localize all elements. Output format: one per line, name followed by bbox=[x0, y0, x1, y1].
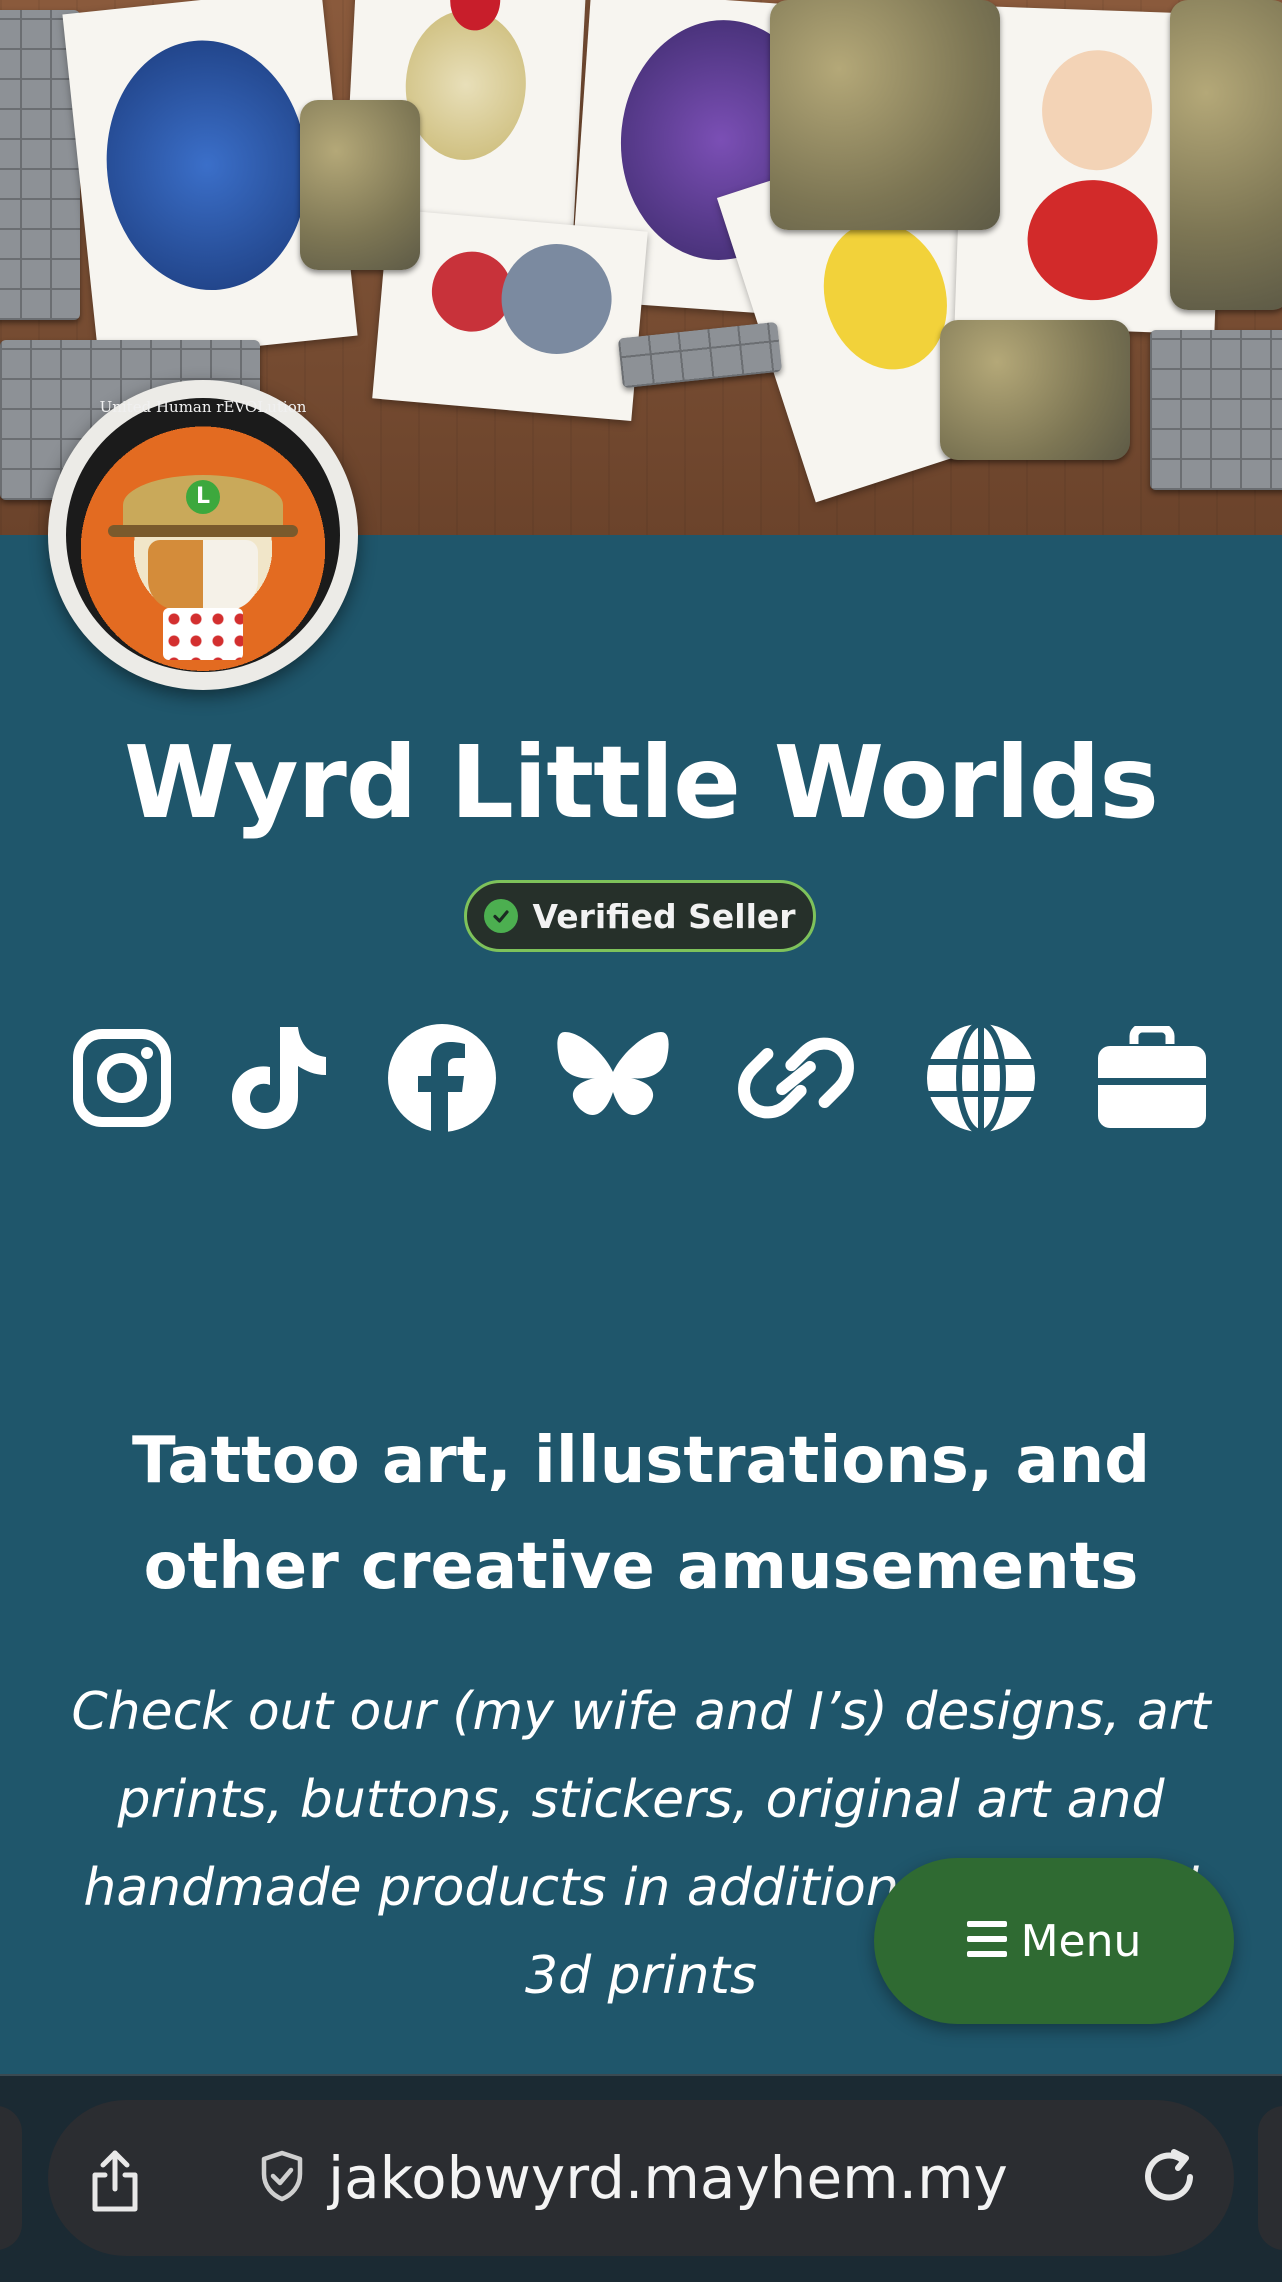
tiktok-icon[interactable] bbox=[218, 1018, 338, 1138]
terrain-rock-2 bbox=[770, 0, 1000, 230]
shield-check-icon bbox=[260, 2150, 304, 2206]
url-text: jakobwyrd.mayhem.my bbox=[328, 2144, 1008, 2212]
reload-icon[interactable] bbox=[1134, 2142, 1204, 2212]
avatar-ring-text: United Human rEVOLution bbox=[99, 398, 307, 416]
avatar-shirt bbox=[163, 608, 243, 660]
avatar-face-left bbox=[148, 540, 203, 610]
terrain-tile-bottom-right bbox=[1150, 330, 1282, 490]
bluesky-icon[interactable] bbox=[553, 1018, 673, 1138]
terrain-rock-1 bbox=[300, 100, 420, 270]
hamburger-icon bbox=[966, 1921, 1007, 1961]
social-links bbox=[0, 1018, 1282, 1138]
share-icon[interactable] bbox=[80, 2146, 150, 2216]
avatar: United Human rEVOLution L bbox=[48, 380, 358, 690]
instagram-icon[interactable] bbox=[62, 1018, 182, 1138]
menu-button[interactable]: Menu bbox=[874, 1858, 1234, 2024]
headline: Tattoo art, illustrations, and other cre… bbox=[131, 1424, 1151, 1604]
avatar-face-right bbox=[203, 540, 258, 610]
terrain-rock-4 bbox=[1170, 0, 1282, 310]
verified-label: Verified Seller bbox=[532, 896, 796, 936]
url-display[interactable]: jakobwyrd.mayhem.my bbox=[260, 2118, 1060, 2238]
verified-badge: Verified Seller bbox=[464, 880, 816, 952]
next-tab-peek[interactable] bbox=[1258, 2106, 1282, 2250]
browser-divider bbox=[0, 2074, 1282, 2076]
facebook-icon[interactable] bbox=[382, 1018, 502, 1138]
page-title: Wyrd Little Worlds bbox=[124, 724, 1159, 841]
previous-tab-peek[interactable] bbox=[0, 2106, 22, 2250]
check-circle-icon bbox=[484, 899, 519, 933]
globe-icon[interactable] bbox=[921, 1018, 1041, 1138]
terrain-rock-3 bbox=[940, 320, 1130, 460]
link-icon[interactable] bbox=[736, 1018, 856, 1138]
avatar-hat-badge: L bbox=[186, 480, 220, 514]
terrain-bridge bbox=[617, 321, 783, 389]
briefcase-icon[interactable] bbox=[1092, 1018, 1212, 1138]
menu-label: Menu bbox=[1020, 1915, 1142, 1967]
avatar-hat-band bbox=[108, 525, 298, 537]
